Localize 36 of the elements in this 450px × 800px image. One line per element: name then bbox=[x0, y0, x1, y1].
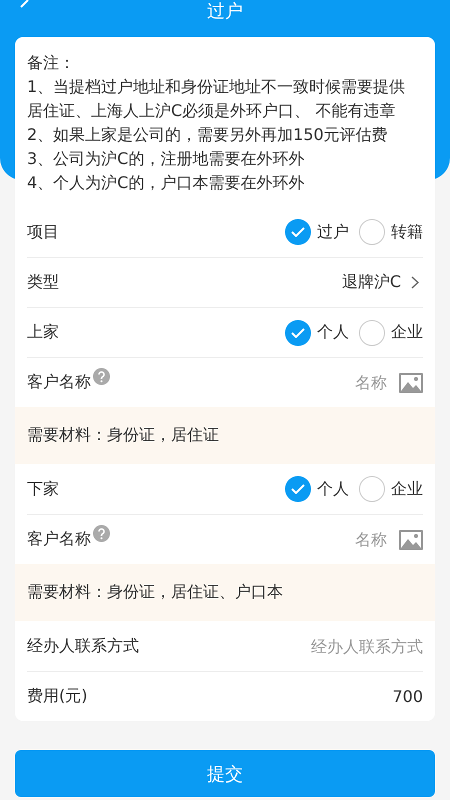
name-field[interactable]: 名称 bbox=[327, 373, 387, 392]
field-label: 上家 bbox=[27, 322, 59, 343]
notes-heading: 备注： bbox=[27, 52, 76, 74]
materials-notice: 需要材料：身份证，居住证 bbox=[15, 407, 435, 464]
field-label: 费用(元) bbox=[27, 686, 88, 707]
chevron-right-icon bbox=[411, 276, 419, 289]
name-field[interactable]: 名称 bbox=[327, 530, 387, 549]
field-label: 类型 bbox=[27, 272, 59, 293]
radio-option[interactable]: 个人 bbox=[285, 320, 349, 346]
field-label: 经办人联系方式 bbox=[27, 636, 139, 656]
note-text: 4、个人为沪C的，户口本需要在外环外 bbox=[27, 172, 306, 194]
field-label: 下家 bbox=[27, 478, 59, 500]
fee-value: 700 bbox=[392, 687, 423, 706]
radio-option[interactable]: 企业 bbox=[359, 320, 423, 346]
field-label: 项目 bbox=[27, 222, 59, 242]
radio-option[interactable]: 转籍 bbox=[359, 219, 423, 245]
checkmark-icon bbox=[291, 484, 305, 494]
checkmark-icon bbox=[291, 227, 305, 237]
help-icon[interactable] bbox=[93, 368, 110, 385]
radio-option[interactable]: 个人 bbox=[285, 476, 349, 502]
field-label: 客户名称 bbox=[27, 529, 91, 550]
help-icon[interactable] bbox=[93, 525, 110, 542]
contact-field[interactable]: 经办人联系方式 bbox=[263, 636, 423, 656]
note-text: 2、如果上家是公司的，需要另外再加150元评估费 bbox=[27, 124, 389, 146]
radio-option[interactable]: 企业 bbox=[359, 476, 423, 502]
materials-notice: 需要材料：身份证，居住证、户口本 bbox=[15, 564, 435, 621]
back-icon[interactable] bbox=[18, 0, 30, 10]
page-title: 过户 bbox=[207, 2, 243, 22]
field-label: 客户名称 bbox=[27, 372, 91, 393]
type-value[interactable]: 退牌沪C bbox=[342, 272, 401, 293]
checkmark-icon bbox=[291, 328, 305, 338]
note-text: 3、公司为沪C的，注册地需要在外环外 bbox=[27, 148, 306, 170]
note-text: 1、当提档过户地址和身份证地址不一致时候需要提供居住证、上海人上沪C必须是外环户口、 不能有违章 bbox=[27, 76, 406, 122]
image-icon[interactable] bbox=[399, 372, 423, 392]
radio-option[interactable]: 过户 bbox=[285, 219, 349, 245]
image-icon[interactable] bbox=[399, 530, 423, 550]
